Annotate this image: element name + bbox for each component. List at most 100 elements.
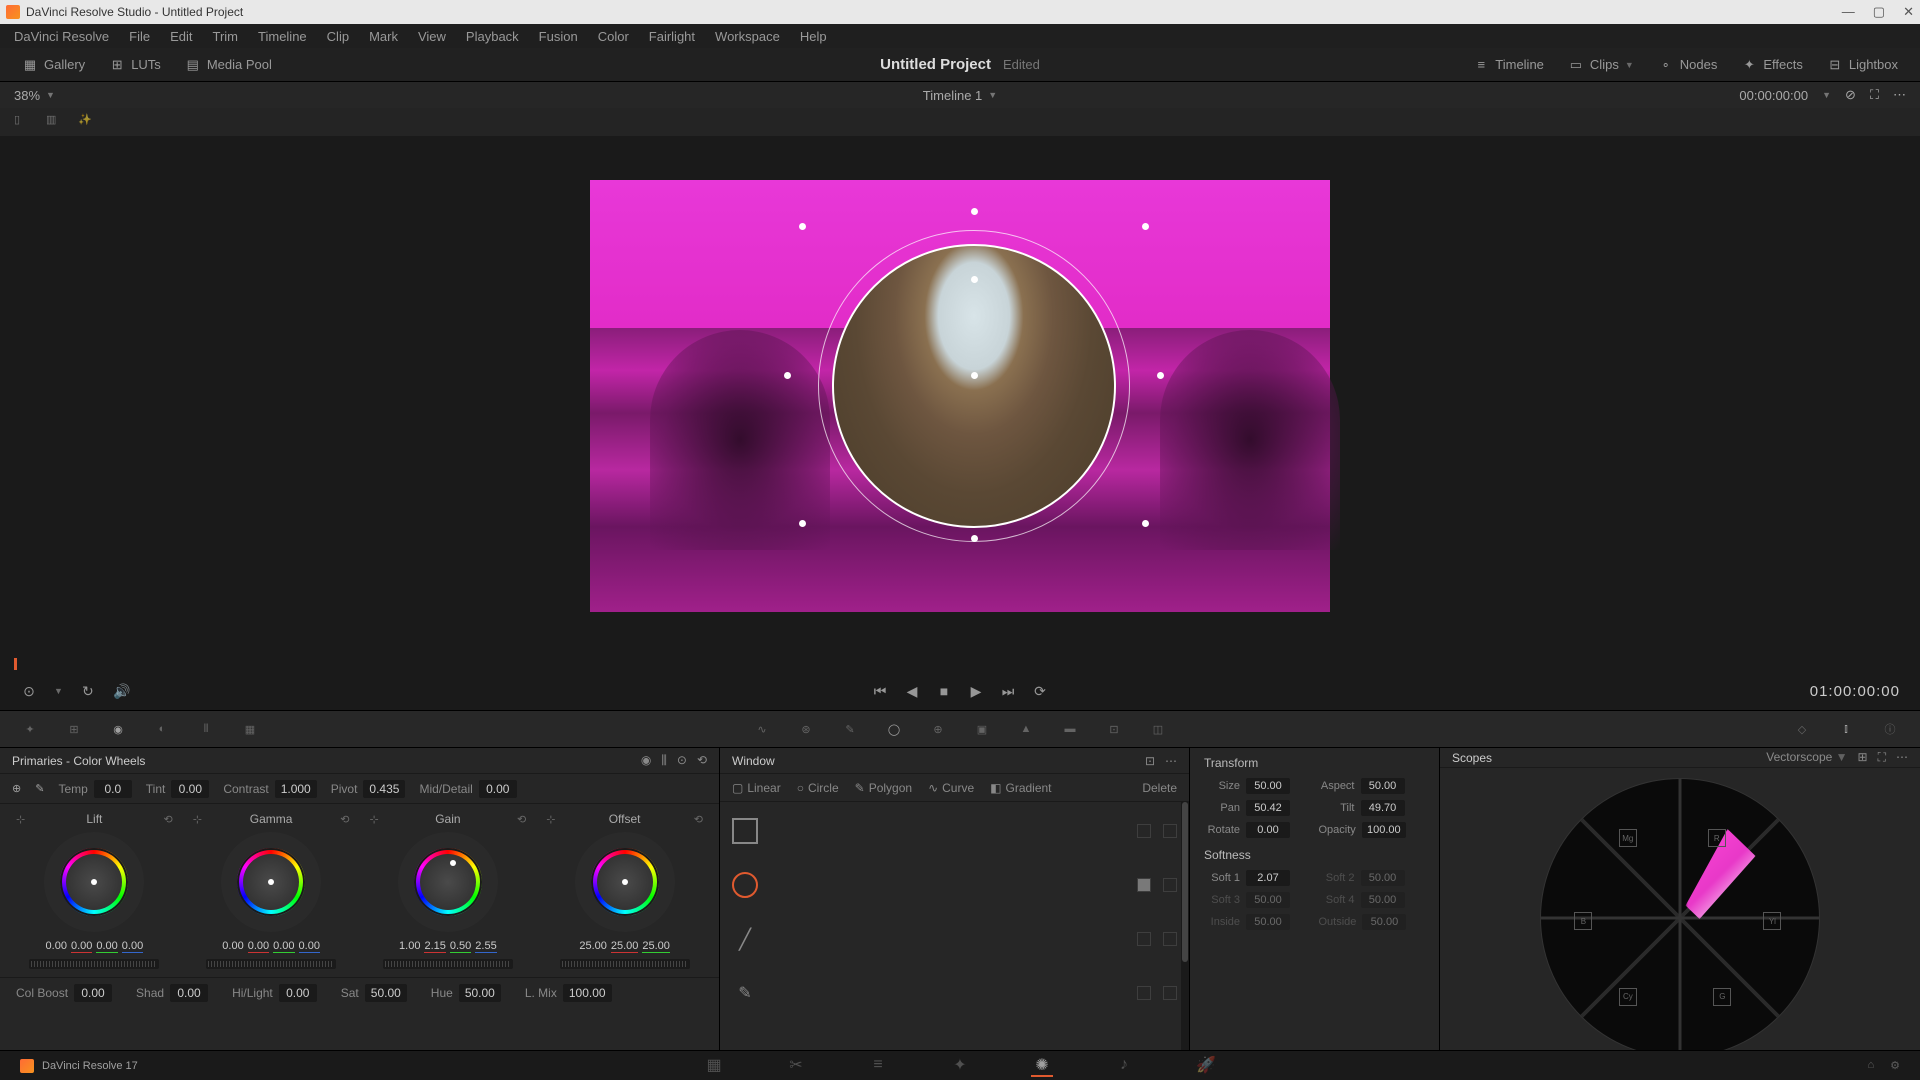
effects-toggle[interactable]: ✦Effects — [1733, 53, 1811, 77]
menu-item[interactable]: Playback — [466, 29, 519, 44]
gamma-master-slider[interactable] — [206, 959, 336, 969]
wheel-value[interactable]: 1.00 — [399, 940, 420, 953]
wheel-value[interactable]: 0.00 — [122, 940, 143, 953]
stop-button[interactable]: ■ — [935, 682, 953, 700]
wheel-value[interactable]: 25.00 — [579, 940, 607, 953]
window-item-pen[interactable]: ✎ — [732, 972, 1177, 1014]
black-point-icon[interactable]: ⊹ — [16, 813, 25, 826]
mask-toggle[interactable] — [1137, 932, 1151, 946]
black-point-icon[interactable]: ⊹ — [370, 813, 379, 826]
window-item-linear[interactable] — [732, 810, 1177, 852]
rgb-mixer-icon[interactable]: ⫴ — [196, 719, 216, 739]
softness-value[interactable]: 50.00 — [1246, 914, 1290, 930]
keyframe-icon[interactable]: ◇ — [1792, 719, 1812, 739]
param-value[interactable]: 0.00 — [279, 984, 317, 1002]
pick-white-icon[interactable]: ✎ — [35, 782, 44, 795]
loop-button[interactable]: ⟳ — [1031, 682, 1049, 700]
invert-toggle[interactable] — [1163, 932, 1177, 946]
transform-value[interactable]: 49.70 — [1361, 800, 1405, 816]
delete-window-button[interactable]: Delete — [1142, 781, 1177, 795]
handle-icon[interactable] — [1157, 372, 1164, 379]
play-button[interactable]: ▶ — [967, 682, 985, 700]
param-value[interactable]: 0.00 — [170, 984, 208, 1002]
timeline-dropdown[interactable]: Timeline 1▼ — [923, 88, 997, 103]
auto-balance-icon[interactable]: ⊕ — [12, 782, 21, 795]
menu-item[interactable]: Fusion — [539, 29, 578, 44]
luts-toggle[interactable]: ⊞LUTs — [101, 53, 169, 77]
lightbox-toggle[interactable]: ⊟Lightbox — [1819, 53, 1906, 77]
lift-master-slider[interactable] — [29, 959, 159, 969]
log-mode-icon[interactable]: ⊙ — [677, 753, 687, 768]
wheel-value[interactable]: 0.00 — [222, 940, 243, 953]
zoom-dropdown[interactable]: 38%▼ — [14, 88, 55, 103]
handle-icon[interactable] — [971, 276, 978, 283]
param-value[interactable]: 100.00 — [563, 984, 612, 1002]
handle-icon[interactable] — [971, 208, 978, 215]
mask-toggle[interactable] — [1137, 824, 1151, 838]
wheel-value[interactable]: 0.00 — [273, 940, 294, 953]
menu-item[interactable]: Workspace — [715, 29, 780, 44]
handle-icon[interactable] — [784, 372, 791, 379]
invert-toggle[interactable] — [1163, 878, 1177, 892]
wheel-value[interactable]: 25.00 — [611, 940, 639, 953]
prev-clip-button[interactable]: ⏮ — [871, 682, 889, 700]
lift-wheel[interactable] — [44, 832, 144, 932]
blur-icon[interactable]: ▲ — [1016, 719, 1036, 739]
wheels-mode-icon[interactable]: ◉ — [641, 753, 651, 768]
cut-page-button[interactable]: ✂ — [785, 1055, 807, 1077]
step-back-button[interactable]: ◀ — [903, 682, 921, 700]
edit-page-button[interactable]: ≡ — [867, 1055, 889, 1077]
wheel-value[interactable]: 25.00 — [642, 940, 670, 953]
add-curve-button[interactable]: ∿Curve — [928, 781, 974, 795]
media-page-button[interactable]: ▦ — [703, 1055, 725, 1077]
offset-master-slider[interactable] — [560, 959, 690, 969]
softness-value[interactable]: 50.00 — [1361, 870, 1405, 886]
transform-value[interactable]: 0.00 — [1246, 822, 1290, 838]
next-clip-button[interactable]: ⏭ — [999, 682, 1017, 700]
close-button[interactable]: ✕ — [1903, 4, 1914, 20]
scrollbar[interactable] — [1181, 802, 1189, 1068]
split-icon[interactable]: ▥ — [46, 113, 64, 131]
reset-icon[interactable]: ⟲ — [697, 753, 707, 768]
wheel-value[interactable]: 2.15 — [424, 940, 445, 953]
wheel-value[interactable]: 0.00 — [46, 940, 67, 953]
handle-icon[interactable] — [971, 535, 978, 542]
menu-item[interactable]: DaVinci Resolve — [14, 29, 109, 44]
wheel-value[interactable]: 0.00 — [248, 940, 269, 953]
contrast-value[interactable]: 1.000 — [275, 780, 317, 798]
info-icon[interactable]: ⓘ — [1880, 719, 1900, 739]
transform-value[interactable]: 50.00 — [1361, 778, 1405, 794]
record-timecode[interactable]: 01:00:00:00 — [1810, 683, 1900, 700]
wheel-value[interactable]: 0.00 — [299, 940, 320, 953]
handle-icon[interactable] — [799, 223, 806, 230]
softness-value[interactable]: 50.00 — [1361, 892, 1405, 908]
viewer-timecode[interactable]: 00:00:00:00 — [1739, 88, 1808, 103]
menu-item[interactable]: Edit — [170, 29, 192, 44]
menu-item[interactable]: Timeline — [258, 29, 307, 44]
maximize-button[interactable]: ▢ — [1873, 4, 1885, 20]
color-match-icon[interactable]: ⊞ — [64, 719, 84, 739]
softness-value[interactable]: 50.00 — [1362, 914, 1406, 930]
options-icon[interactable]: ⋯ — [1893, 87, 1906, 103]
wheel-value[interactable]: 0.00 — [71, 940, 92, 953]
scope-layout-icon[interactable]: ⊞ — [1858, 750, 1868, 765]
key-icon[interactable]: ▬ — [1060, 719, 1080, 739]
scope-expand-icon[interactable]: ⛶ — [1878, 750, 1886, 765]
menu-item[interactable]: Fairlight — [649, 29, 695, 44]
gain-wheel[interactable] — [398, 832, 498, 932]
black-point-icon[interactable]: ⊹ — [546, 813, 555, 826]
mask-toggle[interactable] — [1137, 986, 1151, 1000]
warper-icon[interactable]: ⊛ — [796, 719, 816, 739]
scope-options-icon[interactable]: ⋯ — [1896, 750, 1908, 765]
playhead-icon[interactable] — [14, 658, 17, 670]
bypass-icon[interactable]: ⊘ — [1845, 87, 1856, 103]
scope-type-dropdown[interactable]: Vectorscope ▼ — [1766, 750, 1847, 765]
gain-master-slider[interactable] — [383, 959, 513, 969]
deliver-page-button[interactable]: 🚀 — [1195, 1055, 1217, 1077]
tint-value[interactable]: 0.00 — [171, 780, 209, 798]
settings-icon[interactable]: ⚙ — [1890, 1059, 1900, 1072]
viewer[interactable] — [0, 136, 1920, 656]
mask-toggle[interactable] — [1137, 878, 1151, 892]
menu-item[interactable]: Color — [598, 29, 629, 44]
mute-icon[interactable]: 🔊 — [113, 682, 131, 700]
